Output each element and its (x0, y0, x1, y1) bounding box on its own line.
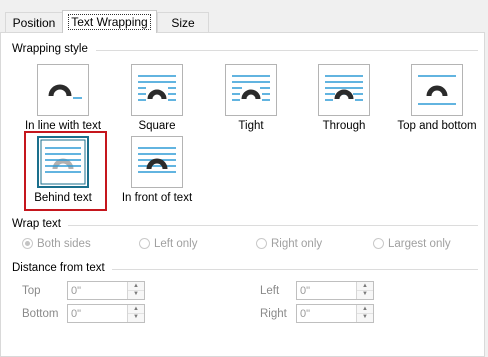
radio-circle (22, 238, 33, 249)
distance-right-spinner: ▲ ▼ (296, 304, 374, 323)
wrap-option-in-front-of-text[interactable]: In front of text (102, 136, 212, 216)
distance-left-label: Left (260, 285, 280, 297)
radio-circle (256, 238, 267, 249)
wrapping-style-divider (96, 50, 478, 51)
distance-bottom-label: Bottom (22, 308, 59, 320)
radio-left-only[interactable]: Left only (139, 238, 197, 252)
tab-size[interactable]: Size (157, 12, 209, 32)
distance-bottom-input[interactable] (68, 305, 126, 322)
spinner-arrows: ▲ ▼ (127, 282, 144, 299)
spinner-arrows: ▲ ▼ (356, 305, 373, 322)
distance-left-input[interactable] (297, 282, 355, 299)
distance-top-input[interactable] (68, 282, 126, 299)
tab-text-wrapping-label: Text Wrapping (68, 14, 151, 30)
tab-text-wrapping[interactable]: Text Wrapping (62, 10, 157, 33)
spinner-arrows: ▲ ▼ (356, 282, 373, 299)
radio-largest-only[interactable]: Largest only (373, 238, 451, 252)
radio-both-sides[interactable]: Both sides (22, 238, 91, 252)
radio-label: Largest only (388, 238, 451, 250)
distance-top-label: Top (22, 285, 41, 297)
in-front-of-text-icon (131, 136, 183, 188)
wrap-option-label: In front of text (121, 192, 193, 204)
behind-text-icon (37, 136, 89, 188)
inline-with-text-icon (37, 64, 89, 116)
distance-divider (112, 269, 478, 270)
distance-top-spinner: ▲ ▼ (67, 281, 145, 300)
wrapping-style-heading: Wrapping style (12, 43, 88, 55)
spin-down-icon[interactable]: ▼ (357, 290, 373, 298)
top-bottom-wrap-icon (411, 64, 463, 116)
wrap-text-divider (68, 225, 478, 226)
wrap-text-heading: Wrap text (12, 218, 61, 230)
radio-label: Right only (271, 238, 323, 250)
wrap-option-top-and-bottom[interactable]: Top and bottom (382, 64, 488, 144)
radio-label: Left only (154, 238, 198, 250)
spin-down-icon[interactable]: ▼ (128, 313, 144, 321)
spin-down-icon[interactable]: ▼ (128, 290, 144, 298)
distance-right-input[interactable] (297, 305, 355, 322)
square-wrap-icon (131, 64, 183, 116)
radio-label: Both sides (37, 238, 91, 250)
tight-wrap-icon (225, 64, 277, 116)
distance-bottom-spinner: ▲ ▼ (67, 304, 145, 323)
radio-circle (139, 238, 150, 249)
spin-down-icon[interactable]: ▼ (357, 313, 373, 321)
tab-bar: Position Text Wrapping Size (0, 0, 488, 33)
radio-circle (373, 238, 384, 249)
distance-left-spinner: ▲ ▼ (296, 281, 374, 300)
tab-position-label: Position (12, 16, 56, 30)
through-wrap-icon (318, 64, 370, 116)
distance-heading: Distance from text (12, 262, 105, 274)
spinner-arrows: ▲ ▼ (127, 305, 144, 322)
tab-size-label: Size (171, 16, 195, 30)
radio-right-only[interactable]: Right only (256, 238, 322, 252)
tab-position[interactable]: Position (5, 12, 63, 32)
wrap-option-label: Top and bottom (397, 120, 477, 132)
distance-right-label: Right (260, 308, 287, 320)
